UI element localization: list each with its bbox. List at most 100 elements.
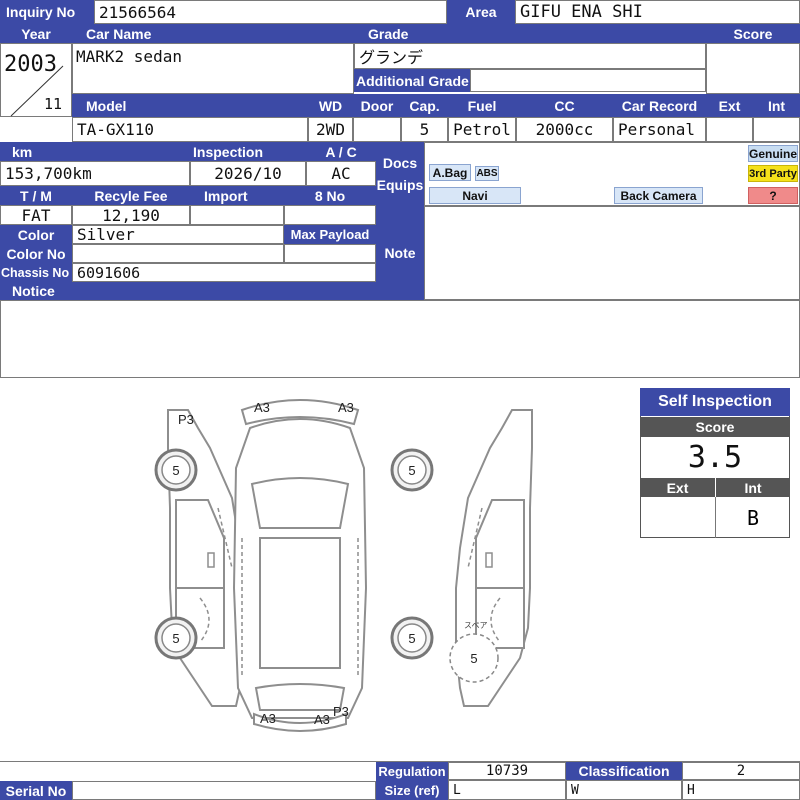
km-value: 153,700km <box>0 161 190 186</box>
import-label: Import <box>190 186 284 205</box>
tire-front-right: 5 <box>390 448 434 492</box>
tm-label: T / M <box>0 186 72 205</box>
inquiry-no-label: Inquiry No <box>0 0 94 24</box>
car-name-value: MARK2 sedan <box>76 46 182 66</box>
damage-mark: A3 <box>254 400 270 415</box>
third-party-badge: 3rd Party <box>748 165 798 182</box>
docs-equips-label: Docs Equips <box>376 142 424 206</box>
model-value: TA-GX110 <box>72 117 308 142</box>
ac-label: A / C <box>306 142 376 161</box>
int-value <box>753 117 800 142</box>
door-value <box>353 117 401 142</box>
tire-rear-left-value: 5 <box>172 631 179 646</box>
area-value: GIFU ENA SHI <box>515 0 800 24</box>
damage-mark: A3 <box>260 711 276 726</box>
wd-value: 2WD <box>308 117 353 142</box>
self-inspection-ext-value <box>640 497 715 538</box>
regulation-value: 10739 <box>448 762 566 780</box>
tm-value: FAT <box>0 205 72 225</box>
self-inspection-int-value: B <box>715 497 790 538</box>
airbag-badge: A.Bag <box>429 164 471 181</box>
recycle-fee-value: 12,190 <box>72 205 190 225</box>
chassis-no-value: 6091606 <box>72 263 376 282</box>
8no-value <box>284 205 376 225</box>
recycle-fee-label: Recyle Fee <box>72 186 190 205</box>
int-label: Int <box>753 94 800 117</box>
ext-value <box>706 117 753 142</box>
inquiry-no-value: 21566564 <box>94 0 447 24</box>
car-record-value: Personal <box>613 117 706 142</box>
tire-front-left-value: 5 <box>172 463 179 478</box>
tire-front-right-value: 5 <box>408 463 415 478</box>
note-label: Note <box>376 206 424 300</box>
wd-label: WD <box>308 94 353 117</box>
damage-mark: P3 <box>333 704 349 719</box>
ac-value: AC <box>306 161 376 186</box>
cap-value: 5 <box>401 117 448 142</box>
additional-grade-value <box>470 69 706 92</box>
self-inspection-score-value: 3.5 <box>687 439 743 475</box>
month-value: 11 <box>44 95 63 113</box>
serial-no-label: Serial No <box>0 781 72 800</box>
8no-label: 8 No <box>284 186 376 205</box>
self-inspection-ext-label: Ext <box>640 478 715 497</box>
docs-label: Docs <box>382 155 418 171</box>
size-ref-label: Size (ref) <box>376 780 448 800</box>
notice-value <box>0 300 800 378</box>
regulation-label: Regulation <box>376 762 448 780</box>
year-label: Year <box>0 24 72 43</box>
car-damage-diagram: 5 5 5 5 スペア 5 P3 A3 A3 A3 A3 P3 <box>154 399 533 732</box>
classification-label: Classification <box>566 762 682 780</box>
area-label: Area <box>447 0 515 24</box>
max-payload-value <box>284 244 376 263</box>
car-record-label: Car Record <box>613 94 706 117</box>
cc-value: 2000cc <box>516 117 613 142</box>
inspection-value: 2026/10 <box>190 161 306 186</box>
year-value: 2003 <box>4 52 57 77</box>
grade-value: グランデ <box>354 43 706 69</box>
equips-label: Equips <box>376 177 424 193</box>
car-name-label: Car Name <box>72 24 354 43</box>
size-w-label: W <box>566 780 682 800</box>
fuel-value: Petrol <box>448 117 516 142</box>
abs-badge: ABS <box>475 166 499 181</box>
size-h-label: H <box>682 780 800 800</box>
self-inspection-title: Self Inspection <box>640 388 790 416</box>
size-l-label: L <box>448 780 566 800</box>
color-no-label: Color No <box>0 244 72 263</box>
tire-front-left: 5 <box>154 448 198 492</box>
tire-rear-left: 5 <box>154 616 198 660</box>
damage-mark: A3 <box>314 712 330 727</box>
damage-mark: A3 <box>338 400 354 415</box>
inspection-label: Inspection <box>190 142 306 161</box>
self-inspection-score-label: Score <box>640 417 790 437</box>
spare-tire-value: 5 <box>470 651 477 666</box>
note-value <box>424 206 800 300</box>
top-view <box>232 399 368 732</box>
navi-badge: Navi <box>429 187 521 204</box>
fuel-label: Fuel <box>448 94 516 117</box>
notice-label: Notice <box>0 282 376 300</box>
color-label: Color <box>0 225 72 244</box>
ext-label: Ext <box>706 94 753 117</box>
score-label: Score <box>706 24 800 43</box>
chassis-no-label: Chassis No <box>0 263 72 282</box>
tire-rear-right-value: 5 <box>408 631 415 646</box>
unknown-badge: ? <box>748 187 798 204</box>
back-camera-badge: Back Camera <box>614 187 703 204</box>
grade-label: Grade <box>354 24 706 43</box>
model-label: Model <box>72 94 308 117</box>
import-value <box>190 205 284 225</box>
serial-no-value <box>72 781 376 800</box>
door-label: Door <box>353 94 401 117</box>
color-value: Silver <box>72 225 284 244</box>
self-inspection-int-label: Int <box>715 478 790 497</box>
max-payload-label: Max Payload <box>284 225 376 244</box>
additional-grade-label: Additional Grade <box>354 69 470 92</box>
genuine-badge: Genuine <box>748 145 798 162</box>
cap-label: Cap. <box>401 94 448 117</box>
score-value <box>706 43 800 94</box>
classification-value: 2 <box>682 762 800 780</box>
tire-rear-right: 5 <box>390 616 434 660</box>
cc-label: CC <box>516 94 613 117</box>
